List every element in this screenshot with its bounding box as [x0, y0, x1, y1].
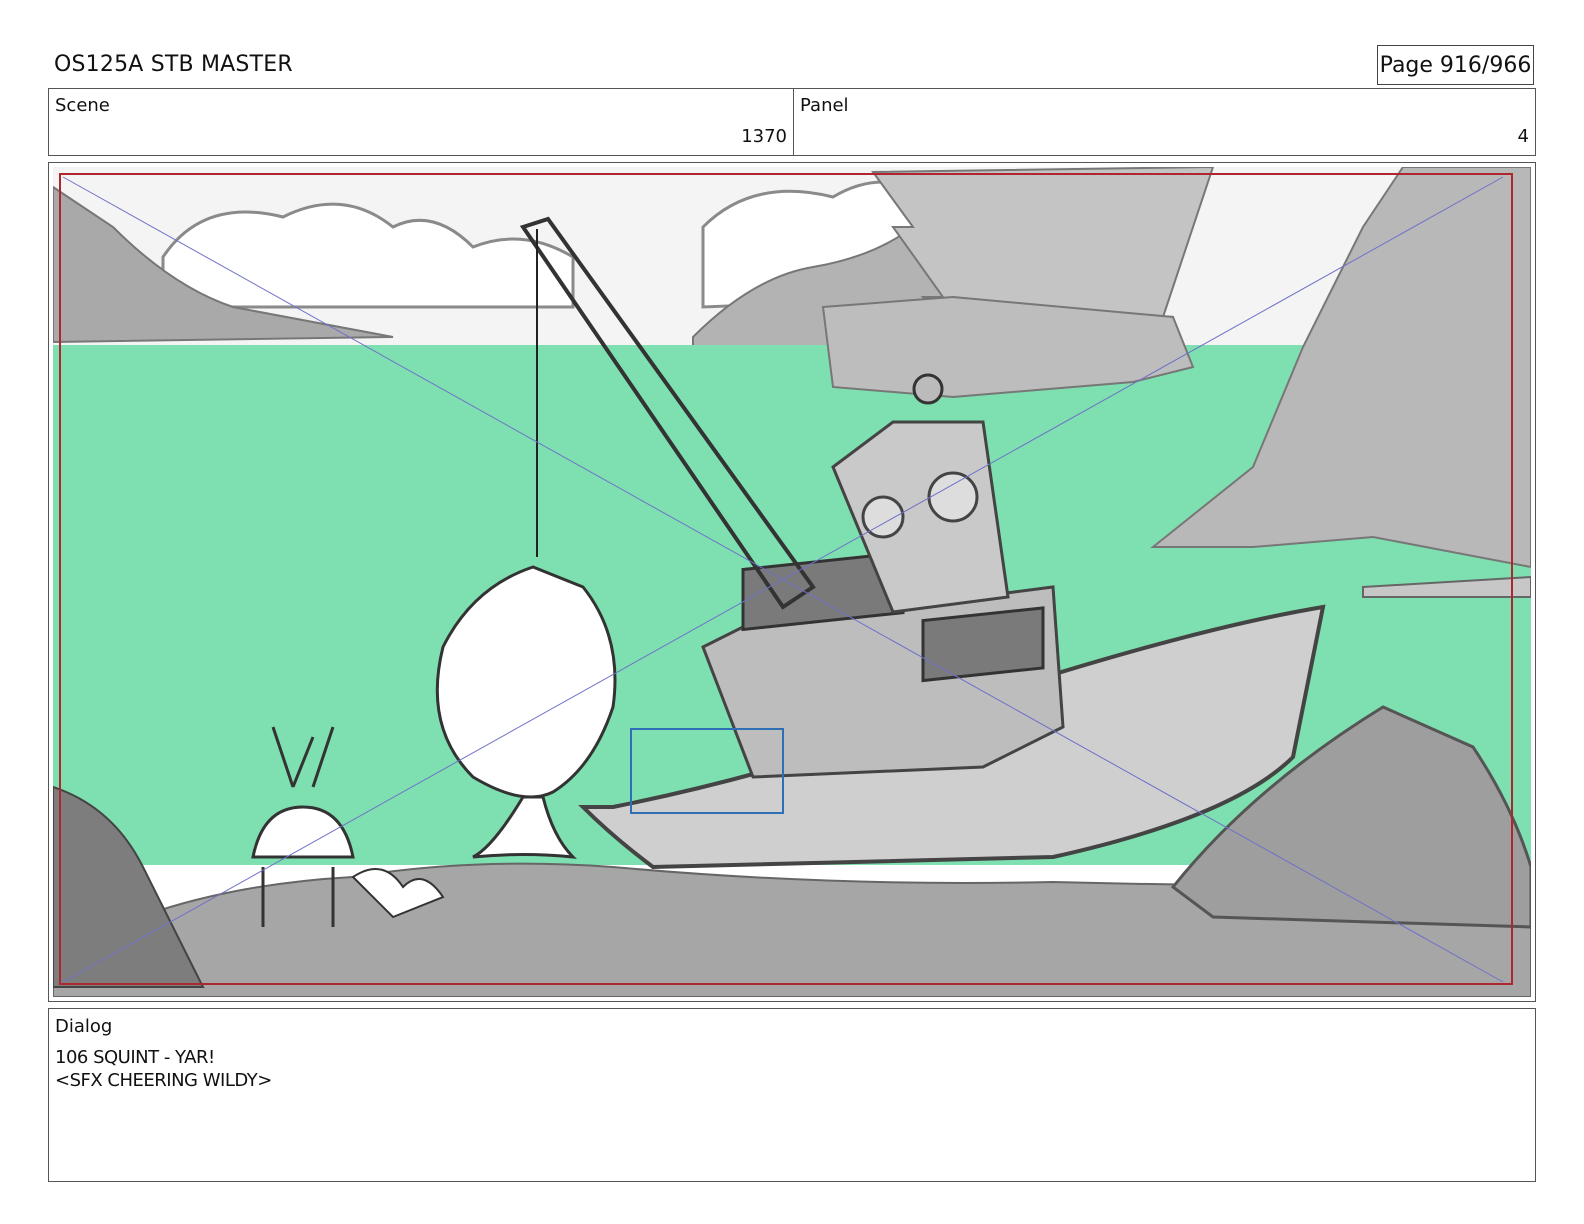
- page-number-box: Page 916/966: [1377, 45, 1534, 85]
- dialog-line: 106 SQUINT - YAR!: [55, 1047, 215, 1068]
- storyboard-frame: [48, 162, 1536, 1002]
- scene-number: 1370: [741, 126, 787, 147]
- dialog-text: 106 SQUINT - YAR! <SFX CHEERING WILDY>: [55, 1046, 272, 1092]
- scene-panel-info-row: Scene 1370 Panel 4: [48, 88, 1536, 156]
- dialog-box: Dialog 106 SQUINT - YAR! <SFX CHEERING W…: [48, 1008, 1536, 1182]
- page-number: Page 916/966: [1379, 52, 1532, 78]
- panel-number: 4: [1517, 126, 1529, 147]
- dialog-line: <SFX CHEERING WILDY>: [55, 1070, 272, 1091]
- searchlight: [912, 373, 944, 405]
- storyboard-drawing: [53, 167, 1531, 997]
- panel-cell: Panel 4: [794, 89, 1535, 155]
- panel-label: Panel: [800, 95, 849, 116]
- scene-cell: Scene 1370: [49, 89, 794, 155]
- scene-label: Scene: [55, 95, 110, 116]
- emblem: [927, 471, 979, 523]
- cabin-windows: [921, 606, 1045, 683]
- dialog-label: Dialog: [55, 1016, 113, 1037]
- document-title: OS125A STB MASTER: [54, 52, 293, 77]
